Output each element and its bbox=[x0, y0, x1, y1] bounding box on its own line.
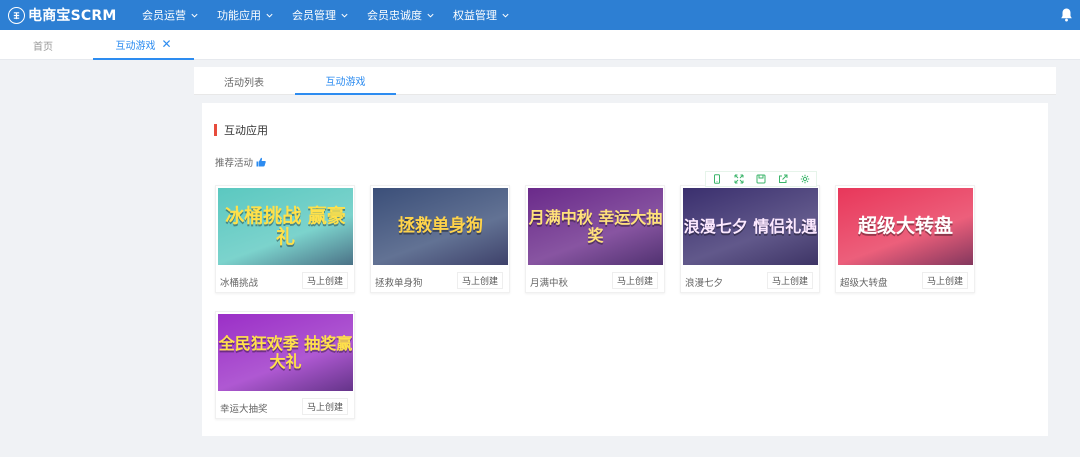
banner-text: 超级大转盘 bbox=[857, 215, 953, 238]
share-icon[interactable] bbox=[778, 174, 788, 184]
chevron-down-icon bbox=[341, 13, 348, 18]
banner-text: 冰桶挑战 赢豪礼 bbox=[225, 204, 346, 248]
game-name: 浪漫七夕 bbox=[685, 278, 724, 289]
nav-member-loyalty[interactable]: 会员忠诚度 bbox=[367, 7, 435, 23]
chevron-down-icon bbox=[427, 13, 434, 18]
game-name: 拯救单身狗 bbox=[375, 278, 423, 289]
banner-text: 月满中秋 幸运大抽奖 bbox=[528, 207, 663, 245]
mobile-preview-icon[interactable] bbox=[712, 174, 722, 184]
tab-label: 互动游戏 bbox=[115, 40, 156, 52]
left-blank-area bbox=[0, 61, 186, 457]
tab-games[interactable]: 互动游戏 bbox=[295, 67, 396, 95]
page-tab-bar: 首页 互动游戏 ✕ bbox=[0, 30, 1080, 60]
chevron-down-icon bbox=[191, 13, 198, 18]
create-button[interactable]: 马上创建 bbox=[301, 272, 348, 289]
banner-text: 浪漫七夕 情侣礼遇 bbox=[683, 216, 818, 236]
sub-tab-bar: 活动列表 互动游戏 bbox=[194, 67, 1056, 95]
chevron-down-icon bbox=[502, 13, 509, 18]
nav-label: 权益管理 bbox=[453, 9, 497, 22]
card-hover-toolbar bbox=[705, 171, 817, 187]
nav-member-management[interactable]: 会员管理 bbox=[292, 7, 349, 23]
nav-label: 会员管理 bbox=[292, 9, 336, 22]
create-button[interactable]: 马上创建 bbox=[611, 272, 658, 289]
bell-icon[interactable] bbox=[1060, 7, 1073, 22]
save-icon[interactable] bbox=[756, 174, 766, 184]
chevron-down-icon bbox=[266, 13, 273, 18]
banner-text: 全民狂欢季 抽奖赢大礼 bbox=[218, 333, 353, 371]
game-card[interactable]: 全民狂欢季 抽奖赢大礼 幸运大抽奖 马上创建 bbox=[215, 311, 355, 419]
game-banner[interactable]: 浪漫七夕 情侣礼遇 bbox=[683, 188, 818, 265]
nav-label: 功能应用 bbox=[217, 9, 261, 22]
game-card[interactable]: 拯救单身狗 拯救单身狗 马上创建 bbox=[370, 185, 510, 293]
game-banner[interactable]: 冰桶挑战 赢豪礼 bbox=[218, 188, 353, 265]
app-logo[interactable]: 电商宝SCRM bbox=[8, 5, 124, 25]
game-name: 幸运大抽奖 bbox=[220, 404, 268, 415]
game-card[interactable]: 超级大转盘 超级大转盘 马上创建 bbox=[835, 185, 975, 293]
section-accent-bar bbox=[214, 124, 217, 136]
game-card[interactable]: 浪漫七夕 情侣礼遇 浪漫七夕 马上创建 bbox=[680, 185, 820, 293]
banner-text: 拯救单身狗 bbox=[398, 216, 483, 237]
tab-home[interactable]: 首页 bbox=[0, 30, 86, 60]
game-banner[interactable]: 月满中秋 幸运大抽奖 bbox=[528, 188, 663, 265]
tab-label: 互动游戏 bbox=[325, 76, 366, 88]
nav-benefits-management[interactable]: 权益管理 bbox=[453, 7, 510, 23]
game-name: 超级大转盘 bbox=[840, 278, 888, 289]
top-nav-bar: 电商宝SCRM 会员运营 功能应用 会员管理 会员忠诚度 权益管理 bbox=[0, 0, 1080, 30]
game-card[interactable]: 冰桶挑战 赢豪礼 冰桶挑战 马上创建 bbox=[215, 185, 355, 293]
coin-icon bbox=[8, 6, 25, 24]
create-button[interactable]: 马上创建 bbox=[456, 272, 503, 289]
thumbs-up-icon bbox=[256, 157, 266, 167]
game-name: 冰桶挑战 bbox=[220, 278, 259, 289]
create-button[interactable]: 马上创建 bbox=[766, 272, 813, 289]
nav-label: 会员忠诚度 bbox=[367, 9, 422, 22]
create-button[interactable]: 马上创建 bbox=[301, 398, 348, 415]
settings-icon[interactable] bbox=[800, 174, 810, 184]
section-title-text: 互动应用 bbox=[224, 124, 268, 137]
nav-feature-apps[interactable]: 功能应用 bbox=[217, 7, 274, 23]
game-name: 月满中秋 bbox=[530, 278, 569, 289]
game-card[interactable]: 月满中秋 幸运大抽奖 月满中秋 马上创建 bbox=[525, 185, 665, 293]
section-title: 互动应用 bbox=[214, 122, 268, 138]
tab-activity-list[interactable]: 活动列表 bbox=[194, 67, 294, 95]
tab-label: 首页 bbox=[33, 41, 53, 53]
game-banner[interactable]: 超级大转盘 bbox=[838, 188, 973, 265]
close-icon[interactable]: ✕ bbox=[161, 37, 171, 51]
nav-member-operations[interactable]: 会员运营 bbox=[142, 7, 199, 23]
recommend-text: 推荐活动 bbox=[215, 158, 254, 169]
recommend-label: 推荐活动 bbox=[215, 155, 266, 169]
tab-label: 活动列表 bbox=[224, 77, 264, 89]
game-banner[interactable]: 拯救单身狗 bbox=[373, 188, 508, 265]
game-banner[interactable]: 全民狂欢季 抽奖赢大礼 bbox=[218, 314, 353, 391]
create-button[interactable]: 马上创建 bbox=[921, 272, 968, 289]
tab-interactive-games[interactable]: 互动游戏 ✕ bbox=[93, 30, 194, 60]
nav-label: 会员运营 bbox=[142, 9, 186, 22]
app-title: 电商宝SCRM bbox=[28, 8, 117, 24]
expand-icon[interactable] bbox=[734, 174, 744, 184]
